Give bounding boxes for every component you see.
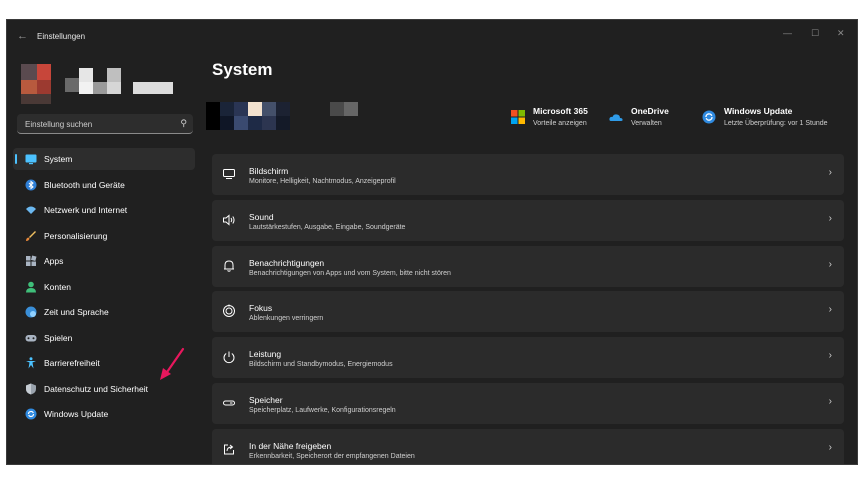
sidebar-item-label: Spielen — [44, 332, 73, 343]
sidebar-item-label: Netzwerk und Internet — [44, 205, 128, 215]
settings-card-focus[interactable]: Fokus Ablenkungen verringern › — [212, 291, 844, 333]
windows-update-icon — [702, 110, 716, 124]
card-subtitle: Benachrichtigungen von Apps und vom Syst… — [249, 269, 451, 277]
card-title: Fokus — [249, 303, 273, 314]
chevron-right-icon: › — [828, 395, 832, 407]
globe-clock-icon — [25, 306, 37, 318]
card-title: Bildschirm — [249, 166, 289, 176]
focus-icon — [222, 304, 236, 318]
window-title: Einstellungen — [37, 32, 86, 41]
gamepad-icon — [25, 332, 37, 344]
card-subtitle: Speicherplatz, Laufwerke, Konfigurations… — [249, 406, 396, 414]
bell-icon — [222, 259, 236, 273]
card-title: In der Nähe freigeben — [249, 440, 332, 451]
settings-card-storage[interactable]: Speicher Speicherplatz, Laufwerke, Konfi… — [212, 382, 844, 424]
sidebar-item-label: Datenschutz und Sicherheit — [44, 383, 148, 394]
chevron-right-icon: › — [828, 167, 832, 178]
settings-card-nearby-sharing[interactable]: In der Nähe freigeben Erkennbarkeit, Spe… — [212, 428, 844, 464]
avatar[interactable] — [21, 64, 51, 104]
accessibility-icon — [25, 357, 37, 369]
quick-link-onedrive[interactable]: OneDrive Verwalten — [609, 104, 689, 132]
card-subtitle: Lautstärkestufen, Ausgabe, Eingabe, Soun… — [249, 223, 406, 231]
quick-link-title: Microsoft 365 — [533, 106, 588, 116]
share-icon — [222, 442, 236, 456]
sidebar-item-label: Bluetooth und Geräte — [44, 179, 125, 190]
speaker-icon — [222, 213, 236, 227]
quick-link-title: OneDrive — [631, 106, 669, 116]
search-input[interactable] — [23, 116, 177, 132]
settings-card-notifications[interactable]: Benachrichtigungen Benachrichtigungen vo… — [212, 245, 844, 287]
sidebar-item-windows-update[interactable]: Windows Update — [13, 403, 195, 425]
quick-link-subtitle: Letzte Überprüfung: vor 1 Stunde — [724, 120, 828, 127]
sidebar-item-label: Windows Update — [44, 409, 109, 419]
wifi-icon — [25, 204, 37, 216]
active-indicator — [15, 154, 17, 164]
settings-card-power[interactable]: Leistung Bildschirm und Standbymodus, En… — [212, 337, 844, 379]
sidebar-item-accounts[interactable]: Konten — [13, 276, 195, 298]
monitor-icon — [222, 167, 236, 181]
title-bar: ← Einstellungen — ☐ ✕ — [7, 20, 857, 50]
power-icon — [222, 350, 236, 364]
back-arrow-icon[interactable]: ← — [17, 30, 28, 42]
chevron-right-icon: › — [828, 304, 832, 316]
sidebar-item-label: Konten — [44, 281, 71, 292]
search-icon[interactable]: ⚲ — [180, 118, 187, 129]
quick-link-windows-update[interactable]: Windows Update Letzte Überprüfung: vor 1… — [702, 104, 852, 132]
microsoft-logo-icon — [511, 110, 525, 124]
card-subtitle: Erkennbarkeit, Speicherort der empfangen… — [249, 452, 415, 460]
chevron-right-icon: › — [828, 258, 832, 270]
bluetooth-icon — [25, 179, 37, 191]
storage-icon — [222, 396, 236, 410]
card-subtitle: Monitore, Helligkeit, Nachtmodus, Anzeig… — [249, 178, 396, 185]
sidebar-item-label: Barrierefreiheit — [44, 358, 100, 368]
card-subtitle: Ablenkungen verringern — [249, 315, 324, 323]
quick-link-title: Windows Update — [724, 106, 793, 116]
person-icon — [25, 281, 37, 293]
card-title: Speicher — [249, 394, 283, 405]
system-display-icon — [25, 153, 37, 165]
quick-link-subtitle: Verwalten — [631, 120, 662, 127]
sidebar-item-time-language[interactable]: Zeit und Sprache — [13, 301, 195, 323]
chevron-right-icon: › — [828, 212, 832, 224]
sidebar-item-label: Apps — [44, 256, 64, 266]
sidebar-item-system[interactable]: System — [13, 148, 195, 170]
onedrive-cloud-icon — [609, 110, 623, 124]
sidebar-item-apps[interactable]: Apps — [13, 250, 195, 272]
sidebar-item-bluetooth[interactable]: Bluetooth und Geräte — [13, 174, 195, 196]
maximize-button[interactable]: ☐ — [811, 28, 819, 39]
sidebar-item-label: Zeit und Sprache — [44, 307, 109, 317]
search-box[interactable]: ⚲ — [17, 114, 193, 134]
card-subtitle: Bildschirm und Standbymodus, Energiemodu… — [249, 361, 393, 369]
quick-link-microsoft365[interactable]: Microsoft 365 Vorteile anzeigen — [511, 104, 611, 132]
sidebar-item-network[interactable]: Netzwerk und Internet — [13, 199, 195, 221]
quick-link-subtitle: Vorteile anzeigen — [533, 120, 587, 127]
apps-icon — [25, 255, 37, 267]
sidebar-item-personalization[interactable]: Personalisierung — [13, 225, 195, 247]
card-title: Sound — [249, 211, 274, 222]
settings-window: ← Einstellungen — ☐ ✕ ⚲ System — [6, 19, 858, 465]
chevron-right-icon: › — [828, 350, 832, 362]
chevron-right-icon: › — [828, 441, 832, 453]
minimize-button[interactable]: — — [783, 28, 792, 38]
settings-card-display[interactable]: Bildschirm Monitore, Helligkeit, Nachtmo… — [212, 154, 844, 195]
shield-icon — [25, 383, 37, 395]
brush-icon — [25, 230, 37, 242]
settings-list: Bildschirm Monitore, Helligkeit, Nachtmo… — [212, 154, 844, 464]
page-title: System — [212, 60, 273, 79]
sidebar-nav: System Bluetooth und Geräte Netzwerk und… — [13, 148, 195, 429]
annotation-arrow-icon — [160, 347, 185, 380]
card-title: Leistung — [249, 349, 282, 360]
device-name — [206, 100, 366, 132]
settings-card-sound[interactable]: Sound Lautstärkestufen, Ausgabe, Eingabe… — [212, 199, 844, 241]
sidebar-item-label: System — [44, 154, 73, 164]
windows-update-icon — [25, 408, 37, 420]
sidebar-item-label: Personalisierung — [44, 230, 108, 241]
close-button[interactable]: ✕ — [837, 28, 845, 39]
card-title: Benachrichtigungen — [249, 257, 325, 268]
